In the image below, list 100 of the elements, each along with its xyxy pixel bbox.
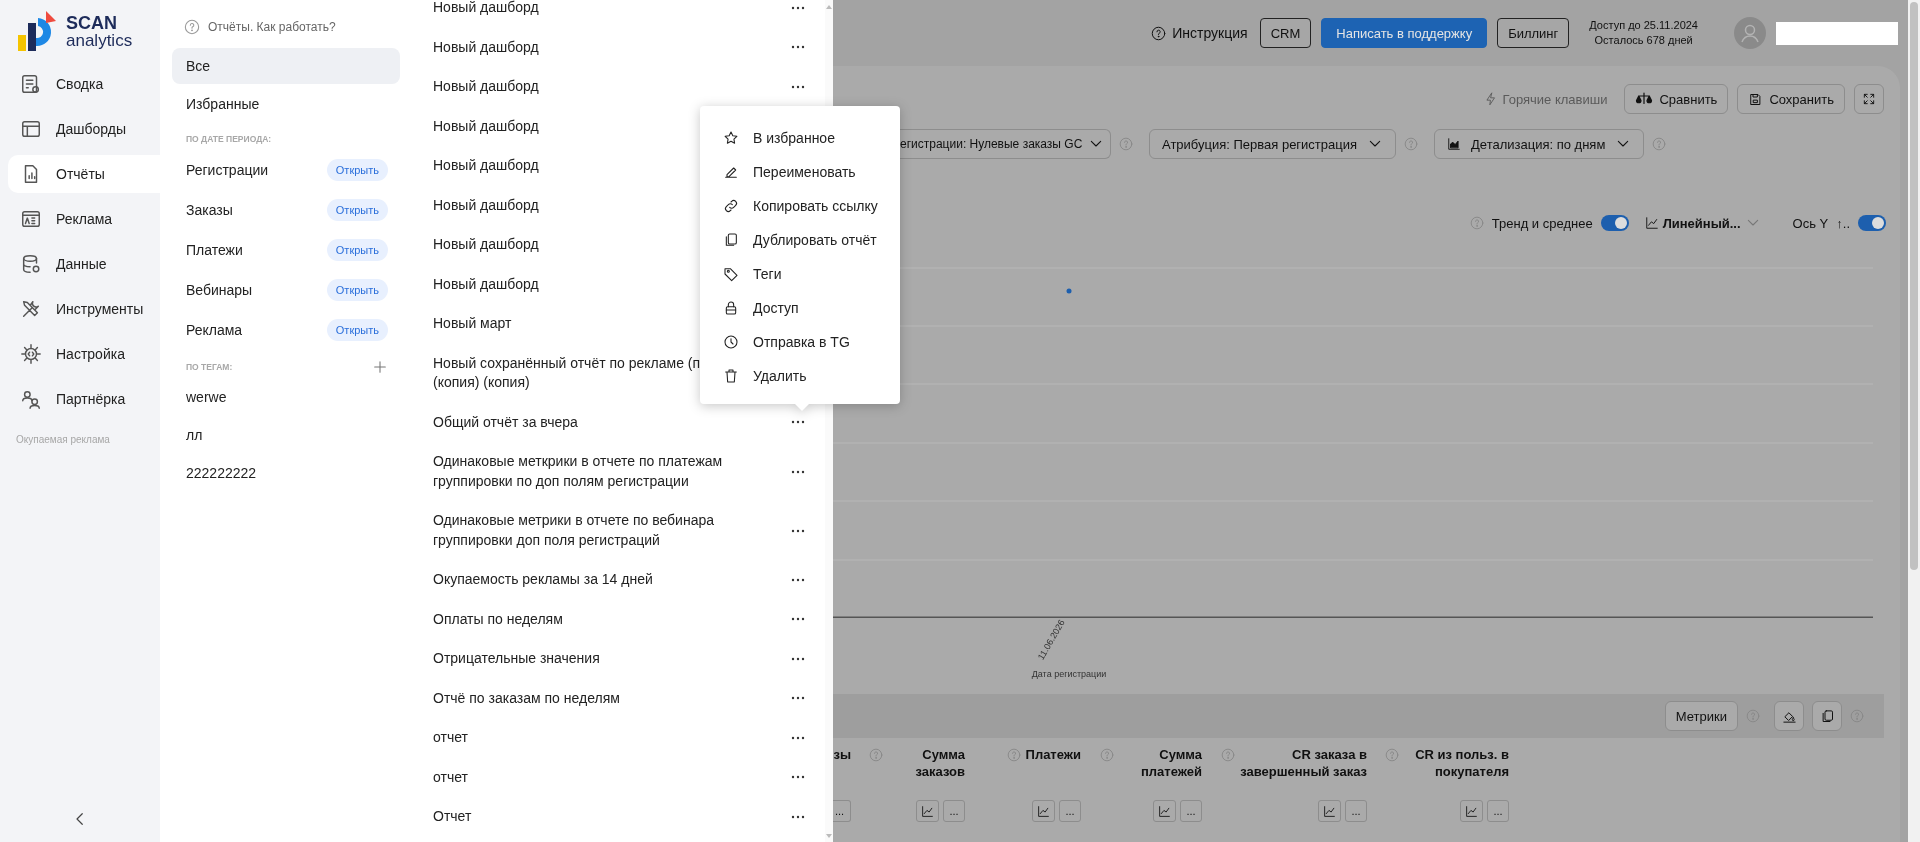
more-icon[interactable]	[791, 528, 805, 533]
open-button[interactable]: Открыть	[326, 279, 388, 301]
open-button[interactable]: Открыть	[326, 159, 388, 181]
tag-item[interactable]: лл	[172, 418, 400, 452]
report-title[interactable]: Новый дашборд	[433, 274, 539, 294]
more-icon[interactable]	[791, 814, 805, 819]
report-title[interactable]: Новый дашборд	[433, 195, 539, 215]
report-title[interactable]: Новый дашборд	[433, 156, 539, 176]
nav-item[interactable]: Отчёты	[8, 155, 160, 193]
report-title[interactable]: Отчё по заказам по неделям	[433, 688, 620, 708]
filter-item[interactable]: Избранные	[172, 86, 400, 122]
more-icon[interactable]	[791, 45, 805, 50]
more-button[interactable]: ...	[943, 800, 965, 822]
report-title[interactable]: Оплаты по неделям	[433, 609, 563, 629]
report-title[interactable]: Новый дашборд	[433, 235, 539, 255]
lightning-icon	[1483, 92, 1498, 106]
axis-toggle[interactable]	[1858, 215, 1886, 231]
nav-item[interactable]: Сводка	[8, 65, 160, 103]
report-title[interactable]: Новый дашборд	[433, 37, 539, 57]
report-title[interactable]: Одинаковые меткрики в отчете по платежам группировки по доп полям регистрации	[433, 452, 763, 491]
open-button[interactable]: Открыть	[326, 199, 388, 221]
header-button[interactable]: CRM	[1259, 18, 1312, 48]
filter-dropdown[interactable]: Атрибуция: Первая регистрация	[1149, 129, 1397, 159]
help-link[interactable]: Отчёты. Как работать?	[208, 20, 336, 34]
help-link[interactable]: Инструкция	[1172, 25, 1248, 41]
report-title[interactable]: Новый дашборд	[433, 0, 539, 18]
more-icon[interactable]	[791, 420, 805, 425]
nav-item[interactable]: Настройка	[8, 335, 160, 373]
tag-item[interactable]: 222222222	[172, 456, 400, 490]
menu-item[interactable]: Дублировать отчёт	[700, 223, 900, 257]
scrollbar[interactable]	[1908, 0, 1920, 842]
menu-item[interactable]: Отправка в TG	[700, 325, 900, 359]
axis-sort-button[interactable]: ↑..	[1836, 215, 1850, 231]
menu-item[interactable]: Переименовать	[700, 155, 900, 189]
chart-button[interactable]	[1153, 800, 1176, 822]
report-title[interactable]: Новый сохранённый отчёт по рекламе (п (копия) (копия)	[433, 353, 701, 393]
copy-button[interactable]	[1812, 701, 1842, 731]
more-icon[interactable]	[791, 656, 805, 661]
link-icon	[723, 198, 739, 214]
nav-item[interactable]: Дашборды	[8, 110, 160, 148]
open-button[interactable]: Открыть	[326, 319, 388, 341]
report-title[interactable]: Отрицательные значения	[433, 649, 600, 669]
more-icon[interactable]	[791, 469, 805, 474]
more-icon[interactable]	[791, 577, 805, 582]
report-title[interactable]: отчет	[433, 728, 468, 748]
nav-item[interactable]: Реклама	[8, 200, 160, 238]
report-title[interactable]: отчет	[433, 767, 468, 787]
more-icon[interactable]	[791, 84, 805, 89]
more-icon[interactable]	[791, 617, 805, 622]
column-header[interactable]: зы	[833, 746, 851, 780]
nav-item[interactable]: Данные	[8, 245, 160, 283]
more-icon[interactable]	[791, 775, 805, 780]
menu-item[interactable]: Доступ	[700, 291, 900, 325]
column-header[interactable]: Сумма заказов	[883, 746, 965, 780]
chart-button[interactable]	[1318, 800, 1341, 822]
more-button[interactable]: ...	[1180, 800, 1202, 822]
more-icon[interactable]	[791, 696, 805, 701]
more-button[interactable]: ...	[833, 800, 851, 822]
column-header[interactable]: Платежи	[1025, 746, 1081, 780]
filter-dropdown[interactable]: Детализация: по дням	[1434, 129, 1645, 159]
tag-item[interactable]: werwe	[172, 380, 400, 414]
report-title[interactable]: Одинаковые метрики в отчете по вебинара группировки доп поля регистраций	[433, 511, 763, 550]
report-title[interactable]: Отчет	[433, 807, 472, 827]
report-title[interactable]: Общий отчёт за вчера	[433, 412, 578, 432]
more-button[interactable]: ...	[1487, 800, 1509, 822]
chart-button[interactable]	[1460, 800, 1483, 822]
open-button[interactable]: Открыть	[326, 239, 388, 261]
menu-item[interactable]: Копировать ссылку	[700, 189, 900, 223]
column-header[interactable]: Сумма платежей	[1114, 746, 1202, 780]
more-icon[interactable]	[791, 735, 805, 740]
paint-button[interactable]	[1774, 701, 1804, 731]
report-title[interactable]: Новый дашборд	[433, 116, 539, 136]
header-button[interactable]: Написать в поддержку	[1321, 18, 1488, 48]
metrics-button[interactable]: Метрики	[1664, 701, 1738, 731]
more-icon[interactable]	[791, 5, 805, 10]
line-chart-icon	[1465, 804, 1478, 818]
people-icon	[20, 388, 42, 410]
fullscreen-button[interactable]	[1854, 84, 1884, 114]
list-icon	[20, 73, 42, 95]
menu-item[interactable]: Удалить	[700, 359, 900, 393]
chart-button[interactable]	[1032, 800, 1055, 822]
report-title[interactable]: Окупаемость рекламы за 14 дней	[433, 570, 653, 590]
column-header[interactable]: CR заказа в завершенный заказ	[1235, 746, 1367, 780]
report-title[interactable]: Новый март	[433, 314, 512, 334]
chart-type-dropdown[interactable]: Линейный...	[1662, 215, 1741, 231]
nav-item[interactable]: Инструменты	[8, 290, 160, 328]
save-button[interactable]: Сохранить	[1737, 84, 1845, 114]
more-button[interactable]: ...	[1345, 800, 1367, 822]
report-title[interactable]: Новый дашборд	[433, 77, 539, 97]
filter-dropdown[interactable]: егистрации: Нулевые заказы GC	[900, 129, 1111, 159]
nav-item[interactable]: Партнёрка	[8, 380, 160, 418]
more-button[interactable]: ...	[1059, 800, 1081, 822]
menu-item[interactable]: В избранное	[700, 121, 900, 155]
menu-item[interactable]: Теги	[700, 257, 900, 291]
chart-button[interactable]	[916, 800, 939, 822]
trend-toggle[interactable]	[1600, 215, 1629, 231]
column-header[interactable]: CR из польз. в покупателя	[1399, 746, 1509, 780]
compare-button[interactable]: Сравнить	[1624, 84, 1729, 114]
filter-item[interactable]: Все	[172, 48, 400, 84]
header-button[interactable]: Биллинг	[1497, 18, 1570, 48]
